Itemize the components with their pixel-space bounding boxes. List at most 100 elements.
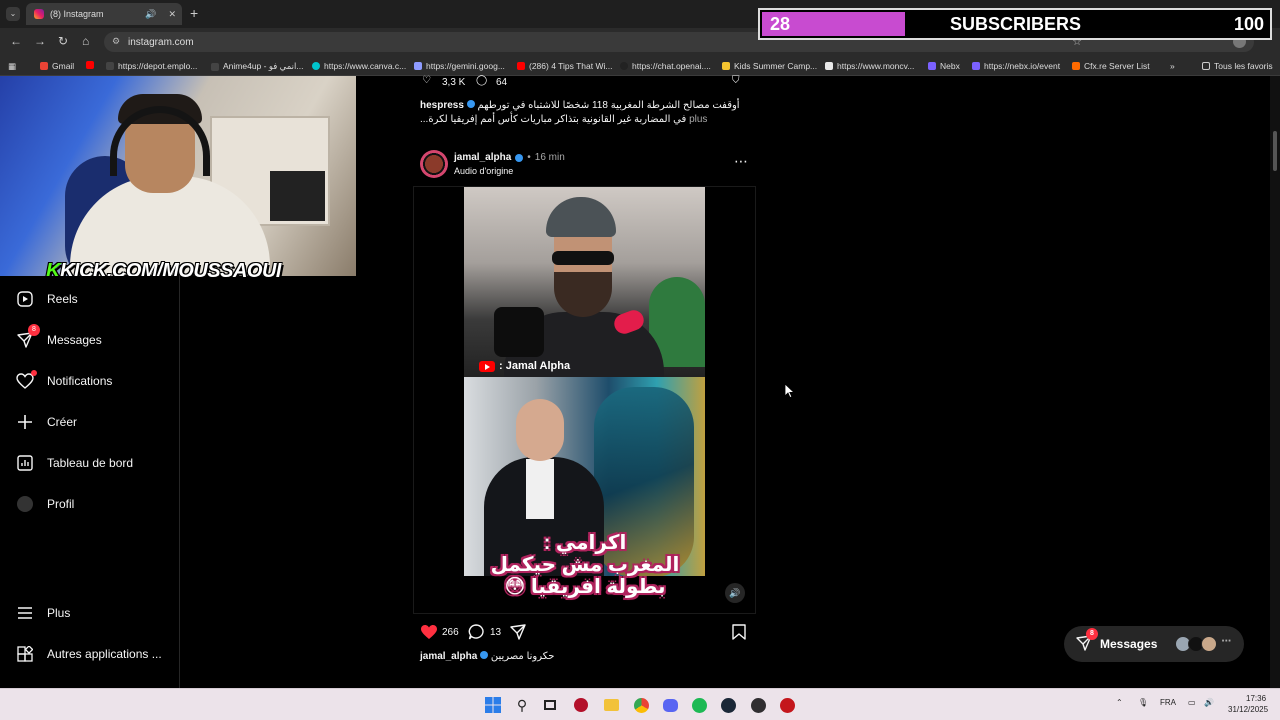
windows-start-icon[interactable] xyxy=(484,696,502,714)
windows-taskbar: ⚲ ⌃ 🎙 FRA ▭ 🔊 17:36 31/12/2025 xyxy=(0,688,1280,720)
bookmark-item[interactable]: Cfx.re Server List xyxy=(1072,61,1150,71)
speaker-icon[interactable]: 🔊 xyxy=(145,9,156,20)
microphone-tray-icon[interactable]: 🎙 xyxy=(1138,698,1148,707)
post-caption: jamal_alpha حكرونا مصريين xyxy=(420,651,750,662)
save-bookmark-icon[interactable] xyxy=(732,624,746,645)
language-indicator[interactable]: FRA xyxy=(1160,698,1176,707)
file-explorer-icon[interactable] xyxy=(602,696,620,714)
like-count: 3,3 K xyxy=(442,77,466,88)
bookmarks-overflow-button[interactable]: » xyxy=(1170,61,1175,71)
spotify-icon[interactable] xyxy=(690,696,708,714)
bookmark-icon[interactable]: ⛉ xyxy=(732,75,740,86)
subscriber-goal: 100 xyxy=(1233,14,1264,34)
bookmark-item[interactable]: Gmail xyxy=(40,61,74,71)
bookmark-item[interactable]: Anime4up - انمي فو... xyxy=(211,61,303,72)
sidebar-item-reels[interactable]: Reels xyxy=(16,290,78,308)
apps-grid-icon[interactable]: ▦ xyxy=(8,61,16,72)
sidebar-item-dashboard[interactable]: Tableau de bord xyxy=(16,454,133,472)
all-bookmarks-folder[interactable]: Tous les favoris xyxy=(1202,61,1273,71)
app-icon[interactable] xyxy=(778,696,796,714)
instagram-sidebar: Reels 8 Messages Notifications Créer Tab… xyxy=(0,276,180,688)
tab-list-button[interactable]: ⌄ xyxy=(6,7,20,21)
post-time: 16 min xyxy=(534,152,565,163)
comment-count: 64 xyxy=(496,77,508,88)
post-media[interactable]: : Jamal Alpha اكرامي : المغرب مش حيكمل ب… xyxy=(413,186,756,614)
sidebar-item-profile[interactable]: Profil xyxy=(16,495,74,513)
messages-icon: 8 xyxy=(16,324,40,349)
site-info-icon[interactable]: ⚙ xyxy=(112,36,120,47)
bookmark-item[interactable]: https://www.canva.c... xyxy=(312,61,406,71)
messages-icon: 8 xyxy=(1076,627,1098,654)
like-count[interactable]: 266 xyxy=(442,627,459,638)
forward-arrow-icon[interactable]: → xyxy=(34,34,46,48)
browser-tab-instagram[interactable]: (8) Instagram 🔊 ✕ xyxy=(26,3,182,25)
sound-toggle-icon[interactable]: 🔊 xyxy=(725,583,745,603)
bookmark-item[interactable]: https://depot.emplo... xyxy=(106,61,197,71)
avatar[interactable] xyxy=(420,150,448,178)
like-icon[interactable]: ♡ xyxy=(422,75,431,86)
sidebar-item-notifications[interactable]: Notifications xyxy=(16,370,112,390)
bookmark-item[interactable]: https://gemini.goog... xyxy=(414,61,505,71)
close-tab-icon[interactable]: ✕ xyxy=(168,9,176,20)
bookmark-item[interactable]: https://nebx.io/event xyxy=(972,61,1060,71)
comment-icon[interactable] xyxy=(468,624,485,645)
page-scrollbar[interactable] xyxy=(1270,76,1280,688)
more-options-icon[interactable]: ⋯ xyxy=(734,153,748,170)
bookmark-item[interactable]: https://chat.openai.... xyxy=(620,61,711,71)
mouse-cursor-icon xyxy=(785,384,795,398)
caption-text: حكرونا مصريين xyxy=(490,651,555,662)
search-icon[interactable]: ⚲ xyxy=(513,696,531,714)
sidebar-item-more[interactable]: Plus xyxy=(16,604,70,622)
caption-username[interactable]: jamal_alpha xyxy=(420,651,477,662)
bookmark-item[interactable]: https://www.moncv... xyxy=(825,61,914,71)
bookmark-item[interactable]: (286) 4 Tips That Wi... xyxy=(517,61,612,71)
tray-chevron-icon[interactable]: ⌃ xyxy=(1116,698,1123,707)
apps-icon xyxy=(16,645,34,663)
verified-icon xyxy=(480,651,489,659)
app-red-icon[interactable] xyxy=(572,696,590,714)
instagram-favicon-icon xyxy=(34,9,44,19)
back-arrow-icon[interactable]: ← xyxy=(10,34,22,48)
sidebar-item-other-apps[interactable]: Autres applications ... xyxy=(16,645,162,663)
clock-date[interactable]: 31/12/2025 xyxy=(1228,705,1268,714)
sidebar-item-label: Plus xyxy=(47,606,71,620)
chrome-icon[interactable] xyxy=(632,696,650,714)
sidebar-item-label: Autres applications ... xyxy=(47,647,162,661)
previous-post-actions: ♡ 3,3 K ◯ 64 ⛉ xyxy=(420,75,750,90)
subscriber-label: SUBSCRIBERS xyxy=(950,14,1082,34)
floating-messages-label: Messages xyxy=(1100,637,1158,651)
sidebar-item-create[interactable]: Créer xyxy=(16,413,77,431)
tab-title: (8) Instagram xyxy=(50,9,104,19)
subscriber-count: 28 xyxy=(770,14,791,34)
post-header: jamal_alpha • 16 min Audio d'origine ⋯ xyxy=(420,149,750,179)
task-view-icon[interactable] xyxy=(541,696,559,714)
more-link[interactable]: plus xyxy=(689,114,707,125)
avatar xyxy=(1201,636,1218,652)
discord-icon[interactable] xyxy=(661,696,679,714)
home-icon[interactable]: ⌂ xyxy=(82,34,89,48)
obs-icon[interactable] xyxy=(749,696,767,714)
network-icon[interactable]: ▭ xyxy=(1188,698,1196,707)
comment-count: 13 xyxy=(490,627,502,638)
post-username[interactable]: jamal_alpha xyxy=(454,152,511,163)
floating-messages-button[interactable]: 8 Messages ⋯ xyxy=(1064,626,1244,662)
bookmark-item[interactable] xyxy=(86,61,94,69)
scrollbar-thumb[interactable] xyxy=(1273,131,1277,171)
sidebar-item-messages[interactable]: 8 Messages xyxy=(16,324,102,349)
bookmark-item[interactable]: Nebx xyxy=(928,61,960,71)
liked-heart-icon[interactable] xyxy=(420,624,438,645)
sidebar-item-label: Messages xyxy=(47,333,102,347)
clock-time[interactable]: 17:36 xyxy=(1246,694,1266,703)
reload-icon[interactable]: ↻ xyxy=(58,34,68,48)
post-actions: 266 13 xyxy=(420,624,750,642)
volume-icon[interactable]: 🔊 xyxy=(1204,698,1214,707)
sidebar-item-label: Créer xyxy=(47,415,78,429)
bookmark-item[interactable]: Kids Summer Camp... xyxy=(722,61,817,71)
new-tab-button[interactable]: + xyxy=(190,5,198,21)
post-audio[interactable]: Audio d'origine xyxy=(454,166,513,176)
steam-icon[interactable] xyxy=(719,696,737,714)
caption-username[interactable]: hespress xyxy=(420,100,464,111)
comment-icon[interactable]: ◯ xyxy=(476,75,487,86)
share-icon[interactable] xyxy=(510,624,526,645)
youtube-icon xyxy=(479,360,495,372)
